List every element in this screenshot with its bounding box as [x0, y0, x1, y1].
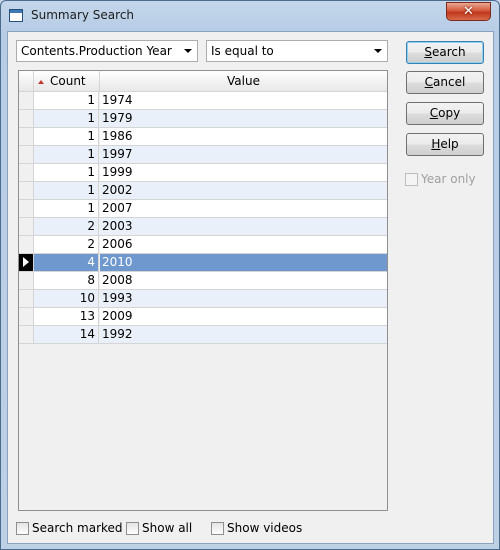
- show-all-label: Show all: [142, 521, 193, 535]
- field-select-value: Contents.Production Year: [21, 44, 172, 58]
- row-selector[interactable]: [19, 200, 34, 217]
- cell-count: 14: [34, 326, 99, 343]
- row-selector[interactable]: [19, 218, 34, 235]
- row-selector[interactable]: [19, 182, 34, 199]
- chevron-down-icon: [374, 49, 382, 53]
- cell-value: 2007: [100, 200, 387, 217]
- copy-button[interactable]: Copy: [406, 102, 484, 125]
- cell-count: 1: [34, 146, 99, 163]
- operator-select[interactable]: Is equal to: [206, 40, 388, 62]
- cell-count: 1: [34, 110, 99, 127]
- table-row[interactable]: 1 1979: [19, 110, 387, 128]
- table-row[interactable]: 1 1997: [19, 146, 387, 164]
- title-bar[interactable]: Summary Search ✕: [1, 1, 499, 31]
- table-row[interactable]: 4 2010: [19, 254, 387, 272]
- cell-count: 4: [34, 254, 99, 271]
- table-row[interactable]: 8 2008: [19, 272, 387, 290]
- chevron-down-icon: [184, 49, 192, 53]
- row-selector[interactable]: [19, 146, 34, 163]
- row-selector[interactable]: [19, 236, 34, 253]
- window-icon: [9, 9, 23, 22]
- search-button-label: Search: [424, 45, 466, 59]
- grid-header: Count Value: [19, 71, 387, 92]
- cell-count: 13: [34, 308, 99, 325]
- table-row[interactable]: 1 1974: [19, 92, 387, 110]
- row-selector[interactable]: [19, 308, 34, 325]
- table-row[interactable]: 1 1999: [19, 164, 387, 182]
- cell-count: 1: [34, 164, 99, 181]
- show-videos-checkbox[interactable]: [211, 522, 224, 535]
- table-row[interactable]: 1 1986: [19, 128, 387, 146]
- results-grid[interactable]: Count Value 1 1974 1 1979 1 1986 1 1997 1 1999 1 20…: [18, 70, 388, 511]
- help-button-label: Help: [431, 137, 459, 151]
- table-row[interactable]: 10 1993: [19, 290, 387, 308]
- table-row[interactable]: 13 2009: [19, 308, 387, 326]
- cell-value: 2003: [100, 218, 387, 235]
- copy-button-label: Copy: [429, 106, 461, 120]
- table-row[interactable]: 1 2007: [19, 200, 387, 218]
- cell-count: 1: [34, 92, 99, 109]
- cancel-button-label: Cancel: [424, 75, 466, 89]
- table-row[interactable]: 14 1992: [19, 326, 387, 344]
- row-selector[interactable]: [19, 326, 34, 343]
- row-selector[interactable]: [19, 164, 34, 181]
- row-selector-header: [19, 71, 34, 92]
- grid-rows: 1 1974 1 1979 1 1986 1 1997 1 1999 1 2002 1 2007 2 2003…: [19, 92, 387, 344]
- cell-count: 1: [34, 182, 99, 199]
- summary-search-window: Summary Search ✕ Contents.Production Yea…: [0, 0, 500, 550]
- row-selector[interactable]: [19, 128, 34, 145]
- search-button[interactable]: Search: [406, 41, 484, 64]
- cell-value: 2010: [100, 254, 387, 271]
- search-marked-checkbox[interactable]: [16, 522, 29, 535]
- cell-count: 10: [34, 290, 99, 307]
- cell-value: 2002: [100, 182, 387, 199]
- close-button[interactable]: ✕: [446, 2, 491, 21]
- operator-select-value: Is equal to: [211, 44, 274, 58]
- column-header-count[interactable]: Count: [34, 71, 100, 92]
- cell-value: 1986: [100, 128, 387, 145]
- sort-ascending-icon: [38, 79, 44, 84]
- cell-value: 2009: [100, 308, 387, 325]
- cell-value: 1992: [100, 326, 387, 343]
- table-row[interactable]: 2 2003: [19, 218, 387, 236]
- show-all-checkbox[interactable]: [126, 522, 139, 535]
- column-header-value[interactable]: Value: [100, 71, 387, 92]
- table-row[interactable]: 2 2006: [19, 236, 387, 254]
- cancel-button[interactable]: Cancel: [406, 71, 484, 94]
- cell-count: 2: [34, 236, 99, 253]
- cell-value: 1993: [100, 290, 387, 307]
- year-only-checkbox[interactable]: [405, 173, 418, 186]
- cell-count: 1: [34, 128, 99, 145]
- column-header-count-label: Count: [50, 74, 86, 88]
- row-selector[interactable]: [19, 92, 34, 109]
- cell-value: 2006: [100, 236, 387, 253]
- year-only-label: Year only: [421, 172, 476, 186]
- cell-count: 1: [34, 200, 99, 217]
- window-title: Summary Search: [31, 8, 135, 22]
- column-header-value-label: Value: [227, 74, 260, 88]
- search-marked-label: Search marked: [32, 521, 123, 535]
- cell-value: 1999: [100, 164, 387, 181]
- cell-value: 1997: [100, 146, 387, 163]
- help-button[interactable]: Help: [406, 133, 484, 156]
- cell-value: 2008: [100, 272, 387, 289]
- field-select[interactable]: Contents.Production Year: [16, 40, 198, 62]
- row-selector[interactable]: [19, 272, 34, 289]
- cell-count: 8: [34, 272, 99, 289]
- dialog-body: Contents.Production Year Is equal to Sea…: [7, 31, 494, 544]
- cell-value: 1979: [100, 110, 387, 127]
- cell-count: 2: [34, 218, 99, 235]
- show-videos-label: Show videos: [227, 521, 303, 535]
- table-row[interactable]: 1 2002: [19, 182, 387, 200]
- cell-value: 1974: [100, 92, 387, 109]
- row-selector[interactable]: [19, 290, 34, 307]
- current-row-indicator-icon[interactable]: [19, 254, 34, 271]
- row-selector[interactable]: [19, 110, 34, 127]
